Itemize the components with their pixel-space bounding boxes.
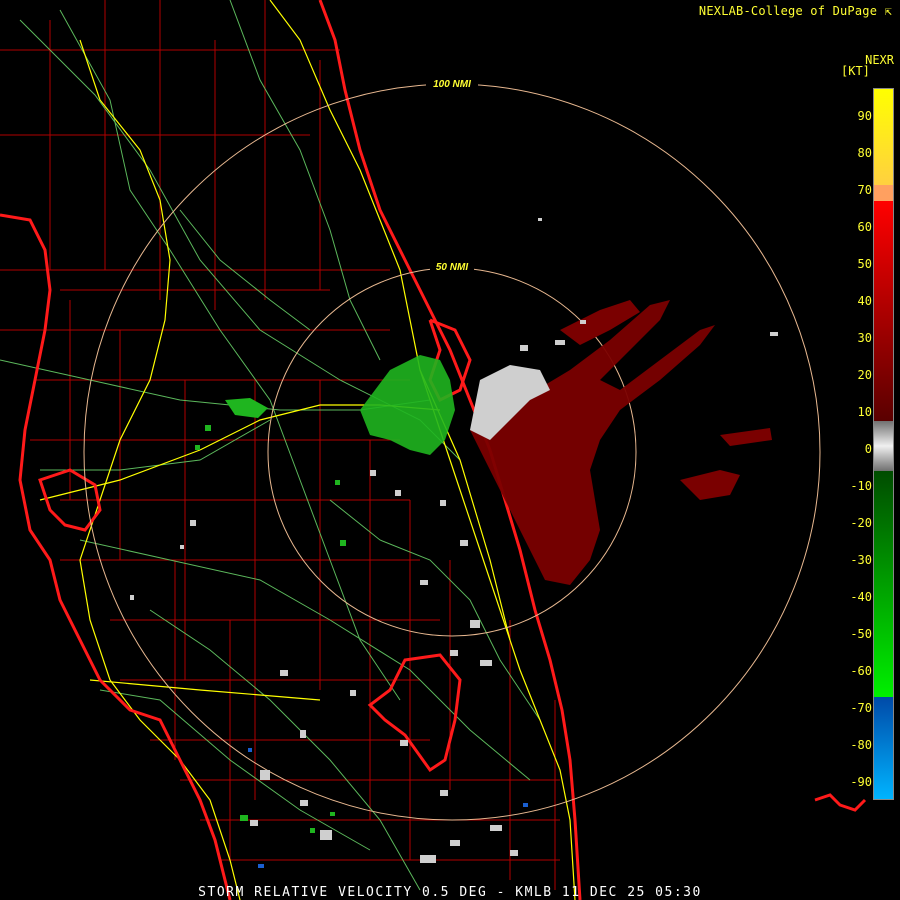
- scale-tick: 40: [857, 294, 872, 308]
- scale-tick: 90: [857, 109, 872, 123]
- scale-tick: 80: [857, 146, 872, 160]
- scale-tick: 0: [864, 442, 872, 456]
- velocity-color-scale: [873, 88, 894, 800]
- scale-tick: 60: [857, 220, 872, 234]
- scale-tick: 50: [857, 257, 872, 271]
- external-link-icon: ⇱: [884, 4, 892, 18]
- scale-tick: -90: [850, 775, 872, 789]
- scale-seg-red: [874, 201, 893, 421]
- credit-label: NEXLAB-College of DuPage ⇱: [699, 4, 892, 18]
- scale-seg-orange: [874, 185, 893, 201]
- scale-seg-gray: [874, 421, 893, 471]
- scale-tick: -10: [850, 479, 872, 493]
- scale-tick: 10: [857, 405, 872, 419]
- unit-label: [KT]: [841, 64, 870, 78]
- scale-tick: -50: [850, 627, 872, 641]
- credit-text: NEXLAB-College of DuPage: [698, 4, 878, 18]
- scale-tick: 30: [857, 331, 872, 345]
- scale-tick: -40: [850, 590, 872, 604]
- scale-seg-green: [874, 471, 893, 697]
- product-caption: STORM RELATIVE VELOCITY 0.5 DEG - KMLB 1…: [198, 885, 702, 900]
- ring-label-50: 50 NMI: [436, 262, 468, 273]
- scale-tick: -60: [850, 664, 872, 678]
- ring-label-100: 100 NMI: [433, 79, 471, 90]
- scale-tick: -20: [850, 516, 872, 530]
- scale-tick: -80: [850, 738, 872, 752]
- scale-tick: -30: [850, 553, 872, 567]
- radar-map: 50 NMI 100 NMI: [0, 0, 900, 900]
- scale-tick: 70: [857, 183, 872, 197]
- scale-tick: -70: [850, 701, 872, 715]
- scale-seg-blue: [874, 697, 893, 799]
- scale-seg-yellow: [874, 89, 893, 185]
- scale-tick: 20: [857, 368, 872, 382]
